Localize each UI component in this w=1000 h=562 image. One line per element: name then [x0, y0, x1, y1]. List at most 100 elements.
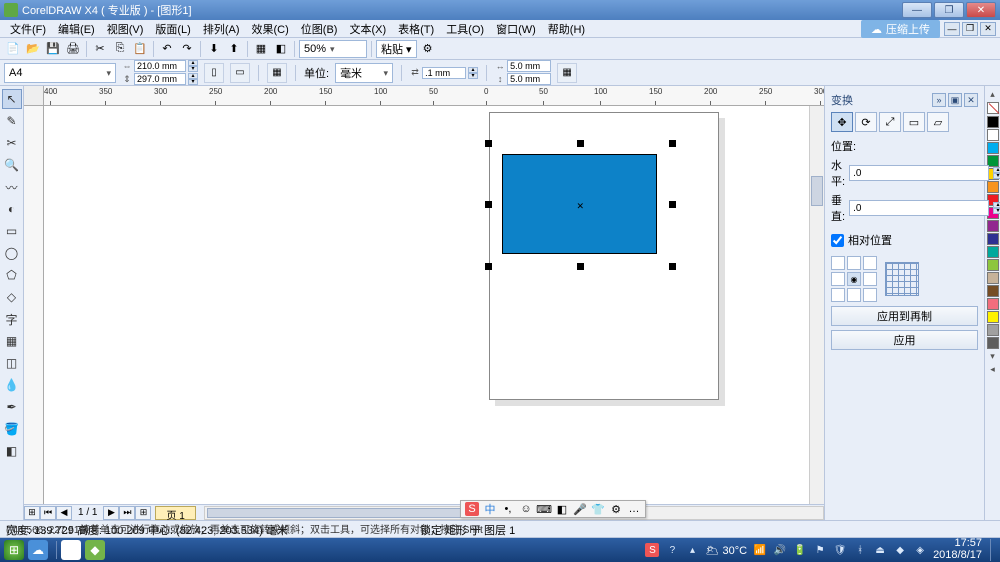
- tray-up-icon[interactable]: ▴: [685, 543, 699, 557]
- taskbar-clock[interactable]: 17:57 2018/8/17: [933, 538, 984, 561]
- vscroll-thumb[interactable]: [811, 176, 823, 206]
- menu-window[interactable]: 窗口(W): [490, 19, 542, 39]
- smart-fill-tool[interactable]: ◐: [2, 199, 22, 219]
- ime-emoji-icon[interactable]: ☺: [519, 502, 533, 516]
- start-button[interactable]: ⊞: [4, 540, 24, 560]
- ruler-horizontal[interactable]: 4003503002502001501005005010015020025030…: [44, 86, 824, 106]
- handle-bl[interactable]: [485, 263, 492, 270]
- docker-close[interactable]: ✕: [964, 93, 978, 107]
- landscape-button[interactable]: ▭: [230, 63, 250, 83]
- menu-edit[interactable]: 编辑(E): [52, 19, 101, 39]
- anchor-tm[interactable]: [847, 256, 861, 270]
- palette-flyout[interactable]: ◂: [990, 364, 995, 375]
- tray-weather[interactable]: 🌥 30°C: [705, 544, 747, 557]
- next-page-button[interactable]: ▶: [103, 506, 119, 520]
- undo-button[interactable]: ↶: [158, 40, 176, 58]
- paste-special[interactable]: 粘贴 ▾: [376, 40, 417, 58]
- units-combo[interactable]: 毫米: [335, 63, 393, 83]
- ellipse-tool[interactable]: ◯: [2, 243, 22, 263]
- color-swatch[interactable]: [987, 259, 999, 271]
- selection-bounding[interactable]: ✕: [489, 144, 672, 266]
- polygon-tool[interactable]: ⬠: [2, 265, 22, 285]
- task-chrome-icon[interactable]: ◉: [61, 540, 81, 560]
- save-button[interactable]: 💾: [44, 40, 62, 58]
- handle-ml[interactable]: [485, 201, 492, 208]
- open-button[interactable]: 📂: [24, 40, 42, 58]
- tray-ime-icon[interactable]: S: [645, 543, 659, 557]
- color-swatch[interactable]: [987, 142, 999, 154]
- ime-skin-icon[interactable]: ◧: [555, 502, 569, 516]
- interactive-tool[interactable]: ◫: [2, 353, 22, 373]
- zoom-combo[interactable]: 50%: [299, 40, 367, 58]
- options-button[interactable]: ⚙: [419, 40, 437, 58]
- menu-help[interactable]: 帮助(H): [542, 19, 591, 39]
- transform-position-tab[interactable]: ✥: [831, 112, 853, 132]
- palette-down[interactable]: ▾: [990, 351, 995, 362]
- welcome-button[interactable]: ◧: [272, 40, 290, 58]
- drawing-canvas[interactable]: ✕: [44, 106, 824, 520]
- menu-table[interactable]: 表格(T): [392, 19, 440, 39]
- ime-toolbar[interactable]: S 中 •, ☺ ⌨ ◧ 🎤 👕 ⚙ …: [460, 500, 646, 518]
- page-width-input[interactable]: [134, 60, 186, 72]
- ime-settings-icon[interactable]: ⚙: [609, 502, 623, 516]
- color-swatch[interactable]: [987, 337, 999, 349]
- color-swatch[interactable]: [987, 220, 999, 232]
- doc-close[interactable]: ✕: [980, 22, 996, 36]
- copy-button[interactable]: ⎘: [111, 40, 129, 58]
- prev-page-button[interactable]: ◀: [56, 506, 72, 520]
- anchor-tl[interactable]: [831, 256, 845, 270]
- crop-tool[interactable]: ✂: [2, 133, 22, 153]
- paste-button[interactable]: 📋: [131, 40, 149, 58]
- dupy-input[interactable]: [507, 73, 551, 85]
- fill-tool[interactable]: 🪣: [2, 419, 22, 439]
- tray-misc1-icon[interactable]: ◆: [893, 543, 907, 557]
- app-launcher-button[interactable]: ▦: [252, 40, 270, 58]
- zoom-tool[interactable]: 🔍: [2, 155, 22, 175]
- tray-bt-icon[interactable]: ᚼ: [853, 543, 867, 557]
- show-desktop[interactable]: [990, 539, 996, 561]
- height-down[interactable]: ▾: [188, 79, 198, 85]
- menu-tools[interactable]: 工具(O): [440, 19, 490, 39]
- eyedropper-tool[interactable]: 💧: [2, 375, 22, 395]
- doc-minimize[interactable]: —: [944, 22, 960, 36]
- position-h-input[interactable]: [849, 165, 989, 181]
- ruler-vertical[interactable]: [24, 106, 44, 520]
- menu-effects[interactable]: 效果(C): [246, 19, 295, 39]
- snap-button[interactable]: ▦: [557, 63, 577, 83]
- handle-tl[interactable]: [485, 140, 492, 147]
- no-color-swatch[interactable]: [987, 102, 999, 114]
- tray-flag-icon[interactable]: ⚑: [813, 543, 827, 557]
- ruler-origin[interactable]: [24, 86, 44, 106]
- color-swatch[interactable]: [987, 246, 999, 258]
- portrait-button[interactable]: ▯: [204, 63, 224, 83]
- palette-up[interactable]: ▴: [990, 89, 995, 100]
- tray-shield-icon[interactable]: 🛡: [833, 543, 847, 557]
- outline-tool[interactable]: ✒: [2, 397, 22, 417]
- color-swatch[interactable]: [987, 285, 999, 297]
- tray-sound-icon[interactable]: 🔊: [773, 543, 787, 557]
- handle-bm[interactable]: [577, 263, 584, 270]
- handle-mr[interactable]: [669, 201, 676, 208]
- ime-lang[interactable]: 中: [483, 502, 497, 516]
- redo-button[interactable]: ↷: [178, 40, 196, 58]
- window-maximize[interactable]: ❐: [934, 2, 964, 18]
- first-page-button[interactable]: ⏮: [40, 506, 56, 520]
- handle-tm[interactable]: [577, 140, 584, 147]
- add-page-after-button[interactable]: ⊞: [135, 506, 151, 520]
- color-swatch[interactable]: [987, 298, 999, 310]
- export-button[interactable]: ⬆: [225, 40, 243, 58]
- color-swatch[interactable]: [987, 116, 999, 128]
- color-swatch[interactable]: [987, 129, 999, 141]
- tray-eject-icon[interactable]: ⏏: [873, 543, 887, 557]
- rectangle-tool[interactable]: ▭: [2, 221, 22, 241]
- all-pages-button[interactable]: ▦: [267, 63, 287, 83]
- color-swatch[interactable]: [987, 233, 999, 245]
- anchor-c[interactable]: ◉: [847, 272, 861, 286]
- position-v-input[interactable]: [849, 200, 989, 216]
- ime-keyboard-icon[interactable]: ⌨: [537, 502, 551, 516]
- menu-bitmaps[interactable]: 位图(B): [295, 19, 344, 39]
- page-tab-1[interactable]: 页 1: [155, 506, 195, 520]
- import-button[interactable]: ⬇: [205, 40, 223, 58]
- nudge-input[interactable]: [422, 67, 466, 79]
- relative-position-checkbox[interactable]: [831, 234, 844, 247]
